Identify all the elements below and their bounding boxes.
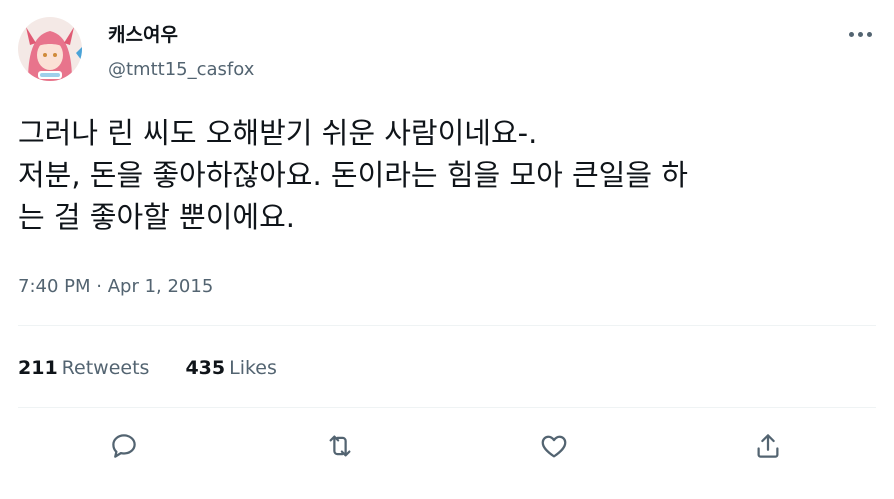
reply-icon: [112, 434, 136, 458]
retweets-count: 211: [18, 357, 58, 379]
tweet-card: 캐스여우 @tmtt15_casfox 그러나 린 씨도 오해받기 쉬운 사람이…: [0, 0, 894, 499]
more-horizontal-icon-dot: [857, 31, 863, 37]
tweet-actions: [0, 426, 894, 466]
author-name[interactable]: 캐스여우: [108, 22, 254, 48]
tweet-text: 그러나 린 씨도 오해받기 쉬운 사람이네요-. 저분, 돈을 좋아하잖아요. …: [18, 116, 688, 234]
retweet-icon: [329, 435, 351, 457]
divider: [18, 325, 876, 326]
tweet-timestamp[interactable]: 7:40 PM · Apr 1, 2015: [18, 274, 213, 300]
more-horizontal-icon-dot: [866, 31, 872, 37]
tweet-time[interactable]: 7:40 PM: [18, 276, 91, 297]
likes-label: Likes: [229, 357, 277, 379]
likes-count: 435: [185, 357, 226, 379]
share-button[interactable]: [748, 426, 788, 466]
timestamp-separator: ·: [90, 276, 108, 297]
share-icon: [757, 434, 779, 458]
retweets-label: Retweets: [61, 357, 150, 379]
tweet-date[interactable]: Apr 1, 2015: [108, 276, 214, 297]
author-block: 캐스여우 @tmtt15_casfox: [108, 22, 254, 82]
avatar-image: [18, 17, 82, 81]
reply-button[interactable]: [104, 426, 144, 466]
tweet-stats: 211 Retweets 435 Likes: [18, 354, 277, 382]
more-horizontal-icon: [848, 31, 854, 37]
more-options-button[interactable]: [846, 24, 874, 44]
divider: [18, 407, 876, 408]
author-handle[interactable]: @tmtt15_casfox: [108, 58, 254, 82]
like-button[interactable]: [534, 426, 574, 466]
likes-stat[interactable]: 435 Likes: [185, 354, 276, 382]
retweets-stat[interactable]: 211 Retweets: [18, 354, 149, 382]
retweet-button[interactable]: [320, 426, 360, 466]
heart-icon: [541, 435, 567, 458]
avatar[interactable]: [18, 17, 82, 81]
